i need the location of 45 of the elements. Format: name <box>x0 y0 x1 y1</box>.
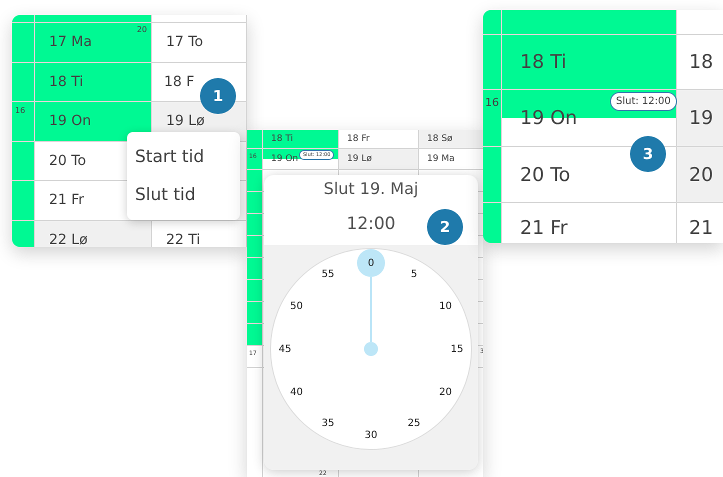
day-cell[interactable]: 18 Sø <box>419 130 483 148</box>
week-cell <box>247 302 262 323</box>
week-number: 16 <box>15 106 26 115</box>
week-cell <box>247 324 262 345</box>
day-cell[interactable]: 18 Ti <box>35 62 151 101</box>
week-cell <box>247 214 262 235</box>
end-time-tag: Slut: 12:00 <box>610 92 677 111</box>
minute-mark[interactable]: 0 <box>357 249 385 277</box>
day-cell[interactable]: 19 <box>677 90 723 146</box>
day-cell[interactable]: 19 Ma <box>419 149 483 169</box>
day-cell[interactable]: 20 <box>677 147 723 202</box>
week-cell <box>483 10 501 34</box>
day-cell[interactable]: 19 Lø <box>339 149 418 169</box>
picker-title: Slut 19. Maj <box>324 175 418 198</box>
selected-time: 12:00 <box>346 214 396 234</box>
minute-mark[interactable]: 25 <box>400 409 428 438</box>
week-cell <box>247 280 262 301</box>
week-cell <box>483 203 501 243</box>
day-cell[interactable]: 21 <box>677 203 723 243</box>
minute-mark[interactable]: 20 <box>431 378 460 406</box>
week-cell <box>247 258 262 279</box>
minute-mark[interactable]: 10 <box>431 292 460 320</box>
day-cell[interactable]: 18 Fr <box>339 130 418 148</box>
clock-hand[interactable] <box>370 277 372 342</box>
day-cell[interactable]: 18 Ti <box>502 35 676 89</box>
day-cell[interactable]: 17 Ma 20 <box>35 23 151 62</box>
minute-mark[interactable]: 50 <box>282 292 311 320</box>
day-cell[interactable]: 18 <box>677 35 723 89</box>
minute-mark[interactable]: 30 <box>357 421 385 449</box>
clock-dial[interactable]: 0 5 10 15 20 25 30 35 40 45 50 55 <box>270 248 472 450</box>
day-cell[interactable]: 18 Ti <box>263 130 338 148</box>
week-number: 20 <box>136 25 147 34</box>
day-cell[interactable]: 19 On <box>35 102 151 140</box>
week-number: 16 <box>485 96 499 109</box>
minute-mark[interactable]: 45 <box>271 335 299 363</box>
minute-mark[interactable]: 35 <box>314 409 342 438</box>
week-cell <box>247 192 262 213</box>
minute-mark[interactable]: 55 <box>314 260 342 289</box>
day-cell[interactable]: 22 Lø <box>35 220 151 247</box>
minute-mark[interactable]: 5 <box>400 260 428 289</box>
clock-center <box>364 342 378 356</box>
day-cell[interactable]: 21 Fr <box>502 203 676 243</box>
minute-mark[interactable]: 40 <box>282 378 311 406</box>
week-cell <box>247 236 262 257</box>
minute-mark[interactable]: 15 <box>443 335 471 363</box>
